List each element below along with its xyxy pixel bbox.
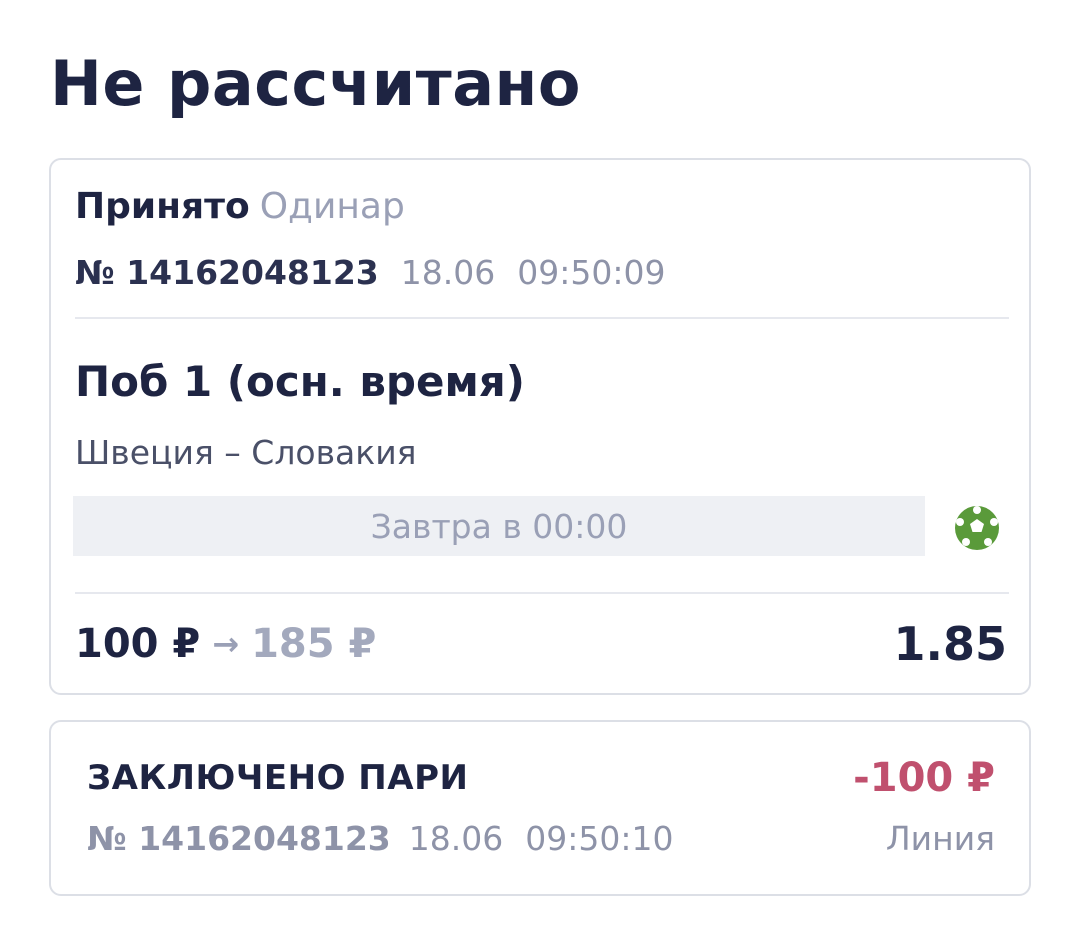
- pari-number: № 14162048123: [87, 819, 391, 858]
- pari-card[interactable]: ЗАКЛЮЧЕНО ПАРИ -100 ₽ № 14162048123 18.06…: [49, 720, 1031, 896]
- pari-title: ЗАКЛЮЧЕНО ПАРИ: [87, 758, 469, 798]
- event-start-time-label: Завтра в 00:00: [370, 506, 628, 546]
- bet-type: Одинар: [259, 186, 405, 227]
- bet-outcome: Поб 1 (осн. время): [75, 357, 525, 406]
- stake-line: 100 ₽ → 185 ₽: [75, 618, 376, 670]
- divider: [75, 317, 1009, 319]
- bet-status-line: Принято Одинар: [75, 184, 405, 230]
- pari-date: 18.06: [408, 819, 504, 858]
- event-name[interactable]: Швеция – Словакия: [75, 432, 417, 474]
- arrow-right-icon: →: [212, 625, 240, 663]
- pari-meta-line: № 14162048123 18.06 09:50:10: [87, 818, 673, 860]
- pari-time: 09:50:10: [525, 819, 674, 858]
- pari-amount: -100 ₽: [853, 755, 995, 801]
- football-icon: [955, 506, 999, 550]
- divider: [75, 592, 1009, 594]
- bet-card[interactable]: Принято Одинар № 14162048123 18.06 09:50:09…: [49, 158, 1031, 695]
- pari-line-label: Линия: [885, 819, 995, 858]
- bet-date: 18.06: [400, 253, 496, 292]
- payout-amount: 185 ₽: [251, 621, 377, 667]
- bet-time: 09:50:09: [517, 253, 666, 292]
- stake-amount: 100 ₽: [75, 621, 201, 667]
- bet-number: № 14162048123: [75, 253, 379, 292]
- page: Не рассчитано Принято Одинар № 1416204812…: [0, 0, 1080, 929]
- odds-value: 1.85: [893, 617, 1008, 671]
- page-title: Не рассчитано: [50, 47, 581, 120]
- event-start-time: Завтра в 00:00: [73, 496, 925, 556]
- bet-meta-line: № 14162048123 18.06 09:50:09: [75, 252, 665, 294]
- bet-status: Принято: [75, 186, 250, 227]
